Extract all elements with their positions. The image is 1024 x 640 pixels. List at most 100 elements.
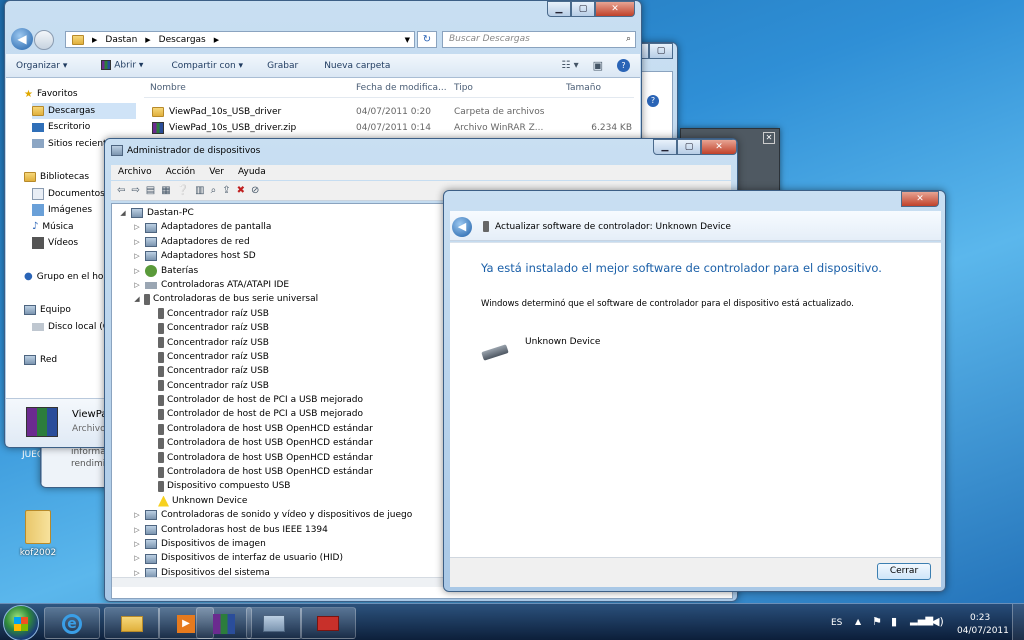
view-icon[interactable]: ▥: [195, 185, 204, 196]
menu-archivo[interactable]: Archivo: [111, 165, 159, 180]
expand-icon[interactable]: ▷: [133, 523, 141, 537]
column-header-size[interactable]: Tamaño: [562, 83, 601, 93]
tree-device[interactable]: Concentrador raíz USB: [119, 336, 459, 350]
collapse-icon[interactable]: ◢: [133, 292, 141, 306]
expand-icon[interactable]: ▷: [133, 537, 141, 551]
close-button[interactable]: ✕: [701, 139, 737, 155]
minimize-button[interactable]: ▁: [653, 139, 677, 155]
back-arrow-icon[interactable]: ⇦: [117, 185, 125, 196]
properties-icon[interactable]: ▦: [161, 185, 170, 196]
clock-time[interactable]: 0:23: [970, 613, 990, 623]
power-icon[interactable]: ▮: [891, 615, 897, 628]
close-button[interactable]: ✕: [595, 1, 635, 17]
tree-category[interactable]: ▷ Baterías: [119, 264, 459, 278]
desktop-folder-kof2002[interactable]: kof2002: [16, 510, 60, 558]
preview-pane-icon[interactable]: ▣: [593, 59, 603, 72]
new-folder-button[interactable]: Nueva carpeta: [314, 61, 400, 71]
tree-device[interactable]: Controlador de host de PCI a USB mejorad…: [119, 407, 459, 421]
maximize-button[interactable]: ▢: [677, 139, 701, 155]
tree-device[interactable]: Concentrador raíz USB: [119, 321, 459, 335]
nav-descargas[interactable]: Descargas: [32, 102, 136, 119]
taskbar-winrar[interactable]: [196, 607, 252, 639]
show-hide-console-icon[interactable]: ▤: [146, 185, 155, 196]
close-icon[interactable]: ✕: [763, 132, 775, 144]
tree-category[interactable]: ▷ Controladoras host de bus IEEE 1394: [119, 523, 459, 537]
show-desktop-button[interactable]: [1012, 604, 1024, 640]
taskbar-explorer[interactable]: [104, 607, 160, 639]
tree-device[interactable]: Controladora de host USB OpenHCD estánda…: [119, 451, 459, 465]
menu-ayuda[interactable]: Ayuda: [231, 165, 273, 180]
taskbar-toolbox[interactable]: [300, 607, 356, 639]
update-driver-dialog[interactable]: ✕ ◀ Actualizar software de controlador: …: [443, 190, 946, 592]
tree-device[interactable]: Controlador de host de PCI a USB mejorad…: [119, 393, 459, 407]
disable-icon[interactable]: ⊘: [251, 185, 259, 196]
tree-category[interactable]: ▷ Adaptadores de pantalla: [119, 220, 459, 234]
address-bar[interactable]: ▶ Dastan ▶ Descargas ▶ ▼: [65, 31, 415, 48]
search-icon[interactable]: ⌕: [626, 32, 631, 47]
tree-category[interactable]: ▷ Dispositivos de interfaz de usuario (HI…: [119, 551, 459, 565]
maximize-button[interactable]: ▢: [649, 43, 673, 59]
search-input[interactable]: Buscar Descargas ⌕: [442, 31, 636, 48]
column-header-name[interactable]: Nombre: [144, 83, 352, 93]
uninstall-icon[interactable]: ✖: [237, 185, 245, 196]
close-button[interactable]: ✕: [901, 191, 939, 207]
tree-device[interactable]: Concentrador raíz USB: [119, 307, 459, 321]
tree-device[interactable]: Concentrador raíz USB: [119, 364, 459, 378]
taskbar-internet-explorer[interactable]: e: [44, 607, 100, 639]
tree-device[interactable]: Unknown Device: [119, 494, 459, 508]
back-button[interactable]: ◀: [452, 217, 472, 237]
tree-device[interactable]: Dispositivo compuesto USB: [119, 479, 459, 493]
menu-ver[interactable]: Ver: [202, 165, 231, 180]
column-header-date[interactable]: Fecha de modifica...: [352, 83, 450, 93]
tree-device[interactable]: Concentrador raíz USB: [119, 350, 459, 364]
expand-icon[interactable]: ▷: [133, 220, 141, 234]
update-driver-icon[interactable]: ⇪: [222, 185, 230, 196]
scan-hardware-icon[interactable]: ⌕: [211, 185, 217, 196]
help-icon[interactable]: ?: [647, 95, 659, 107]
tree-category[interactable]: ▷ Adaptadores de red: [119, 235, 459, 249]
volume-icon[interactable]: ◀): [931, 615, 944, 628]
file-row[interactable]: ViewPad_10s_USB_driver.zip 04/07/2011 0:…: [144, 120, 634, 135]
tree-category[interactable]: ▷ Controladoras ATA/ATAPI IDE: [119, 278, 459, 292]
refresh-button[interactable]: ↻: [417, 31, 437, 48]
burn-button[interactable]: Grabar: [257, 61, 308, 71]
tree-device[interactable]: Controladora de host USB OpenHCD estánda…: [119, 436, 459, 450]
expand-icon[interactable]: ▷: [133, 508, 141, 522]
nav-escritorio[interactable]: Escritorio: [32, 119, 136, 136]
language-indicator[interactable]: ES: [831, 618, 842, 628]
tree-category[interactable]: ▷ Adaptadores host SD: [119, 249, 459, 263]
tree-category-usb[interactable]: ◢ Controladoras de bus serie universal: [119, 292, 459, 306]
expand-icon[interactable]: ▷: [133, 264, 141, 278]
column-header-type[interactable]: Tipo: [450, 83, 562, 93]
breadcrumb-dastan[interactable]: Dastan: [105, 35, 137, 45]
forward-arrow-icon[interactable]: ⇨: [131, 185, 139, 196]
tree-device[interactable]: Controladora de host USB OpenHCD estánda…: [119, 465, 459, 479]
back-button[interactable]: ◀: [11, 28, 33, 50]
tree-category[interactable]: ▷ Dispositivos de imagen: [119, 537, 459, 551]
open-button[interactable]: Abrir ▾: [91, 60, 153, 71]
organize-button[interactable]: Organizar ▾: [6, 61, 77, 71]
share-button[interactable]: Compartir con ▾: [161, 61, 253, 71]
clock-date[interactable]: 04/07/2011: [957, 626, 1009, 636]
breadcrumb-descargas[interactable]: Descargas: [159, 35, 206, 45]
expand-icon[interactable]: ▷: [133, 278, 141, 292]
help-icon[interactable]: ❔: [177, 185, 189, 196]
menu-accion[interactable]: Acción: [159, 165, 203, 180]
tree-category[interactable]: ▷ Controladoras de sonido y vídeo y dispo…: [119, 508, 459, 522]
expand-icon[interactable]: ▷: [133, 235, 141, 249]
collapse-icon[interactable]: ◢: [119, 206, 127, 220]
close-dialog-button[interactable]: Cerrar: [877, 563, 931, 580]
tree-device[interactable]: Concentrador raíz USB: [119, 379, 459, 393]
action-center-icon[interactable]: ⚑: [872, 615, 882, 628]
horizontal-scrollbar[interactable]: [112, 577, 450, 587]
expand-icon[interactable]: ▷: [133, 249, 141, 263]
tree-root[interactable]: ◢ Dastan-PC: [119, 206, 459, 220]
show-hidden-icons[interactable]: ▲: [855, 617, 861, 626]
view-icon[interactable]: ☷ ▾: [561, 60, 578, 71]
network-signal-icon[interactable]: ▂▄▆: [910, 615, 933, 626]
chevron-down-icon[interactable]: ▼: [405, 36, 410, 44]
tree-device[interactable]: Controladora de host USB OpenHCD estánda…: [119, 422, 459, 436]
taskbar-device-manager[interactable]: [246, 607, 302, 639]
forward-button[interactable]: [34, 30, 54, 50]
minimize-button[interactable]: ▁: [547, 1, 571, 17]
